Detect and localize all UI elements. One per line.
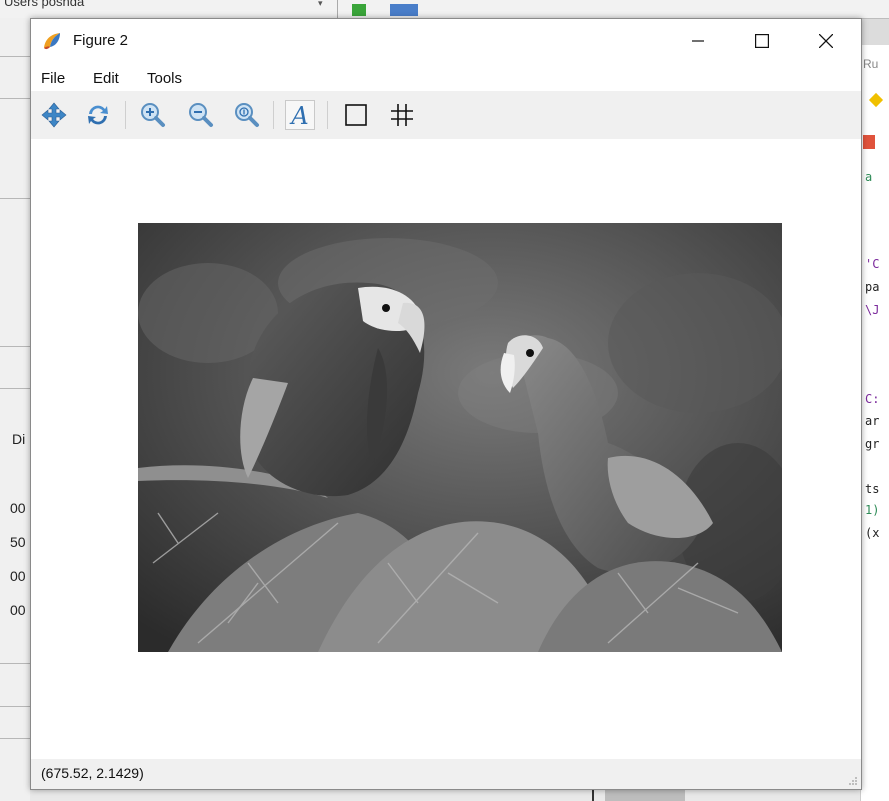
app-logo-icon <box>44 33 60 50</box>
cursor-coordinates: (675.52, 2.1429) <box>41 765 144 781</box>
background-run-icon[interactable] <box>352 4 366 16</box>
background-code-line: 'C <box>865 257 880 271</box>
panel-divider <box>0 738 30 739</box>
menu-file[interactable]: File <box>41 70 65 87</box>
toolbar-separator <box>327 101 328 129</box>
box-icon <box>345 104 367 126</box>
background-dropdown-arrow-icon: ▾ <box>318 0 323 8</box>
panel-divider <box>0 56 30 57</box>
panel-divider <box>0 388 30 389</box>
background-panel-text: 00 <box>10 500 26 516</box>
menu-edit[interactable]: Edit <box>93 70 119 87</box>
reset-view-button[interactable] <box>83 100 113 130</box>
zoom-out-icon <box>189 103 213 127</box>
zoom-out-button[interactable] <box>185 100 215 130</box>
panel-divider <box>0 706 30 707</box>
grid-icon <box>391 104 413 126</box>
panel-divider <box>0 663 30 664</box>
background-code-line: (x <box>865 526 880 540</box>
window-title: Figure 2 <box>73 32 129 49</box>
grid-button[interactable] <box>387 100 417 130</box>
background-code-line: 1) <box>865 503 880 517</box>
zoom-in-button[interactable] <box>137 100 167 130</box>
figure-window: Figure 2 File Edit Tools A (675.52, 2.14… <box>30 18 862 790</box>
zoom-in-icon <box>141 103 165 127</box>
svg-text:A: A <box>289 102 308 129</box>
background-panel-text: 00 <box>10 602 26 618</box>
box-button[interactable] <box>341 100 371 130</box>
resize-grip-icon[interactable] <box>848 776 858 786</box>
zoom-actual-button[interactable] <box>231 100 261 130</box>
background-editor-panel: Ru a 'C pa \J C: ar gr ts 1) (x <box>860 45 889 801</box>
toolbar-separator <box>125 101 126 129</box>
panel-divider <box>0 198 30 199</box>
background-panel-text: Di <box>12 431 26 447</box>
maximize-button[interactable] <box>739 19 785 63</box>
close-button[interactable] <box>803 19 849 63</box>
background-code-line: a <box>865 170 873 184</box>
status-bar: (675.52, 2.1429) <box>31 759 861 789</box>
close-icon <box>819 34 833 48</box>
background-code-line: C: <box>865 392 880 406</box>
figure-canvas[interactable] <box>31 139 861 759</box>
toolbar-separator <box>273 101 274 129</box>
background-panel-text: 50 <box>10 534 26 550</box>
minimize-icon <box>692 40 704 42</box>
background-separator <box>337 0 338 18</box>
pan-button[interactable] <box>39 100 69 130</box>
zoom-actual-icon <box>235 103 259 127</box>
background-path-text: Users posnda <box>4 0 85 9</box>
background-block <box>605 789 685 801</box>
background-diamond-icon <box>868 92 884 108</box>
background-editor-tab[interactable]: Ru <box>861 57 889 85</box>
text-font-button[interactable]: A <box>285 100 315 130</box>
background-code-line: gr <box>865 437 880 451</box>
maximize-icon <box>755 34 769 48</box>
text-font-icon: A <box>289 102 308 129</box>
menu-tools[interactable]: Tools <box>147 70 182 87</box>
background-code-line: ts <box>865 482 880 496</box>
background-panel-text: 00 <box>10 568 26 584</box>
background-code-line: pa <box>865 280 880 294</box>
toolbar: A <box>31 91 861 139</box>
background-button-icon[interactable] <box>390 4 418 16</box>
pan-icon <box>41 102 67 128</box>
background-code-line: \J <box>865 303 880 317</box>
minimize-button[interactable] <box>675 19 721 63</box>
titlebar[interactable]: Figure 2 <box>31 19 861 63</box>
background-topbar: Users posnda ▾ <box>0 0 889 19</box>
menu-bar: File Edit Tools <box>31 63 861 91</box>
parrots-photo <box>138 223 782 652</box>
background-code-line: ar <box>865 414 880 428</box>
panel-divider <box>0 346 30 347</box>
reset-view-icon <box>88 105 108 125</box>
panel-divider <box>0 98 30 99</box>
background-error-marker-icon <box>863 135 875 149</box>
background-left-panel: Di 00 50 00 00 <box>0 18 30 801</box>
